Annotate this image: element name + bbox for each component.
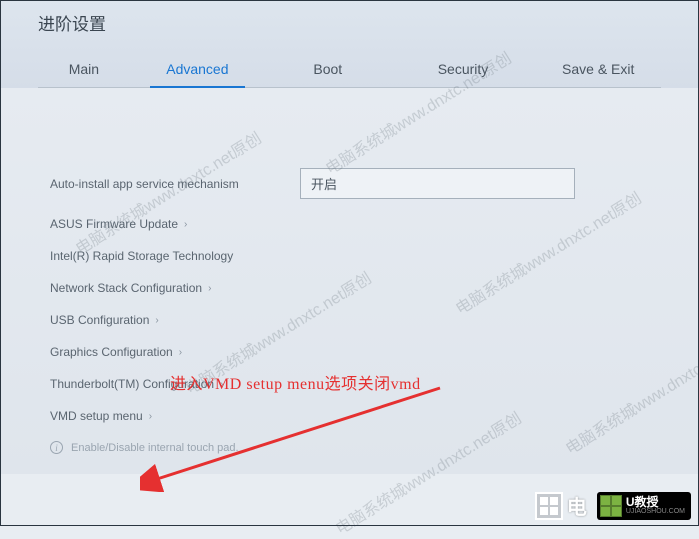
logo-dian: 电: [535, 491, 587, 520]
menu-label: Intel(R) Rapid Storage Technology: [50, 249, 233, 263]
chevron-right-icon: ›: [149, 411, 152, 422]
content-panel: Auto-install app service mechanism 开启 AS…: [0, 88, 699, 474]
menu-intel-rst[interactable]: Intel(R) Rapid Storage Technology: [50, 249, 649, 263]
chevron-right-icon: ›: [179, 347, 182, 358]
menu-vmd-setup[interactable]: VMD setup menu ›: [50, 409, 649, 423]
menu-label: Graphics Configuration: [50, 345, 173, 359]
logo-subtext: UJIAOSHOU.COM: [626, 508, 685, 515]
select-auto-install[interactable]: 开启: [300, 168, 575, 199]
annotation-text: 进入VMD setup menu选项关闭vmd: [170, 370, 421, 394]
grid-icon: [535, 492, 563, 520]
menu-label: VMD setup menu: [50, 409, 143, 423]
windows-icon: [600, 495, 622, 517]
tab-main[interactable]: Main: [38, 53, 130, 87]
logo-area: 电 U教授 UJIAOSHOU.COM: [535, 491, 691, 520]
tab-save-exit[interactable]: Save & Exit: [535, 53, 661, 87]
menu-usb-config[interactable]: USB Configuration ›: [50, 313, 649, 327]
hint-row: i Enable/Disable internal touch pad.: [50, 441, 649, 454]
menu-network-stack[interactable]: Network Stack Configuration ›: [50, 281, 649, 295]
logo-text: 电: [567, 491, 587, 520]
tab-security[interactable]: Security: [391, 53, 536, 87]
chevron-right-icon: ›: [208, 283, 211, 294]
menu-label: ASUS Firmware Update: [50, 217, 178, 231]
tab-boot[interactable]: Boot: [265, 53, 391, 87]
tab-bar: Main Advanced Boot Security Save & Exit: [38, 53, 661, 88]
chevron-right-icon: ›: [184, 219, 187, 230]
info-icon: i: [50, 441, 63, 454]
menu-label: USB Configuration: [50, 313, 149, 327]
menu-graphics-config[interactable]: Graphics Configuration ›: [50, 345, 649, 359]
select-value: 开启: [311, 174, 337, 193]
logo-text: U教授: [626, 496, 685, 508]
chevron-right-icon: ›: [155, 315, 158, 326]
page-title: 进阶设置: [38, 10, 661, 35]
hint-text: Enable/Disable internal touch pad.: [71, 442, 239, 454]
menu-label: Network Stack Configuration: [50, 281, 202, 295]
option-label-auto-install: Auto-install app service mechanism: [50, 177, 300, 191]
tab-advanced[interactable]: Advanced: [130, 53, 265, 87]
menu-asus-firmware-update[interactable]: ASUS Firmware Update ›: [50, 217, 649, 231]
logo-ujiaoshou: U教授 UJIAOSHOU.COM: [597, 492, 691, 520]
